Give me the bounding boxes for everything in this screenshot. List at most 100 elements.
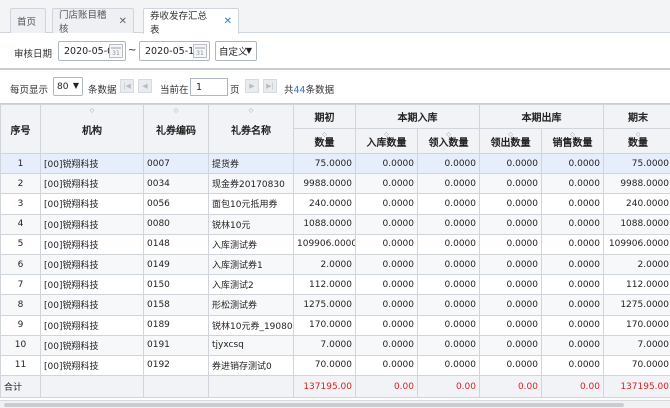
per-page-select[interactable]: 80 ▼ — [53, 77, 83, 96]
end-date-input[interactable]: 2020-05-10 31 — [139, 41, 210, 61]
table-row[interactable]: 6 [00]锐翔科技 0149 入库测试券1 2.0000 0.0000 0.0000 0.0… — [0, 253, 670, 276]
header-recv-qty[interactable]: ◇ 领入数量 — [417, 128, 480, 154]
calendar-icon[interactable]: 31 — [109, 44, 123, 58]
table-row[interactable]: 10 [00]锐翔科技 0191 tjyxcsq 7.0000 0.0000 0.0000 0… — [0, 334, 670, 356]
summary-closing: 137195.00 — [603, 375, 670, 399]
chevron-down-icon: ▼ — [245, 46, 252, 55]
cell-open: 112.0000 — [293, 274, 356, 296]
next-page-button[interactable]: ▶ — [245, 79, 259, 93]
cell-seq: 2 — [0, 173, 41, 195]
start-date-input[interactable]: 2020-05-08 31 — [58, 41, 126, 61]
total-count: 44 — [293, 85, 306, 96]
header-code[interactable]: ◇ 礼券编码 — [143, 104, 209, 154]
sort-icon: ◇ — [384, 131, 389, 138]
cell-close: 2.0000 — [603, 253, 670, 276]
table-row[interactable]: 8 [00]锐翔科技 0158 形松测试券 1275.0000 0.0000 0.0000 0… — [0, 294, 670, 316]
scrollbar-thumb[interactable] — [4, 403, 624, 407]
table-row[interactable]: 4 [00]锐翔科技 0080 锐林10元 1088.0000 0.0000 0.0000 0… — [0, 213, 670, 235]
cell-sales: 0.0000 — [541, 233, 604, 255]
cell-seq: 10 — [0, 334, 41, 356]
cell-sales: 0.0000 — [541, 253, 604, 276]
cell-name: 提货券 — [208, 152, 294, 175]
cell-org: [00]锐翔科技 — [40, 152, 144, 175]
cell-name: 券进销存测试0 — [208, 354, 294, 377]
voucher-summary-table: 序号 ◇ 机构 ◇ 礼券编码 ◇ 礼券名称 期初 本期入库 本期出库 期末 ◇ 数量 ◇… — [0, 103, 670, 400]
cell-open: 70.0000 — [293, 354, 356, 377]
header-name[interactable]: ◇ 礼券名称 — [208, 104, 294, 154]
table-row[interactable]: 7 [00]锐翔科技 0150 入库测试2 112.0000 0.0000 0.0000 0.… — [0, 274, 670, 296]
first-page-button[interactable]: |◀ — [120, 79, 134, 93]
summary-in: 0.00 — [355, 375, 418, 399]
cell-name: 形松测试券 — [208, 294, 294, 316]
horizontal-scrollbar[interactable] — [0, 400, 670, 408]
filter-bar: 审核日期 2020-05-08 31 ~ 2020-05-10 31 自定义 ▼ — [0, 34, 670, 70]
cell-code: 0158 — [143, 294, 209, 316]
cell-name: 入库测试券 — [208, 233, 294, 255]
cell-code: 0007 — [143, 152, 209, 175]
range-separator: ~ — [128, 45, 137, 56]
tab-store-audit[interactable]: 门店账目稽核 ✕ — [52, 8, 134, 35]
header-seq[interactable]: 序号 — [0, 104, 41, 154]
prev-page-button[interactable]: ◀ — [138, 79, 152, 93]
cell-close: 7.0000 — [603, 334, 670, 356]
cell-name: 锐林10元 — [208, 213, 294, 235]
cell-org: [00]锐翔科技 — [40, 173, 144, 195]
cell-close: 70.0000 — [603, 354, 670, 377]
header-in-qty[interactable]: ◇ 入库数量 — [355, 128, 418, 154]
cell-seq: 11 — [0, 354, 41, 377]
table-row[interactable]: 3 [00]锐翔科技 0056 面包10元抵用券 240.0000 0.0000 0.000… — [0, 193, 670, 215]
cell-in: 0.0000 — [355, 334, 418, 356]
cell-code: 0150 — [143, 274, 209, 296]
table-row[interactable]: 2 [00]锐翔科技 0034 现金券20170830 9988.0000 0.0000 0… — [0, 173, 670, 195]
page-number-value: 1 — [196, 81, 203, 93]
sort-icon: ◇ — [446, 131, 451, 138]
cell-in: 0.0000 — [355, 314, 418, 336]
cell-recv: 0.0000 — [417, 294, 480, 316]
table-row[interactable]: 9 [00]锐翔科技 0189 锐林10元券_190808 170.0000 0.0000… — [0, 314, 670, 336]
tab-label: 券收发存汇总表 — [150, 10, 208, 36]
last-page-button[interactable]: ▶| — [263, 79, 277, 93]
cell-open: 170.0000 — [293, 314, 356, 336]
cell-close: 112.0000 — [603, 274, 670, 296]
close-icon[interactable]: ✕ — [224, 16, 232, 27]
table-row[interactable]: 5 [00]锐翔科技 0148 入库测试券 109906.0000 0.0000 0.000… — [0, 233, 670, 255]
header-opening-qty[interactable]: ◇ 数量 — [293, 128, 356, 154]
cell-code: 0189 — [143, 314, 209, 336]
cell-close: 1088.0000 — [603, 213, 670, 235]
table-row[interactable]: 1 [00]锐翔科技 0007 提货券 75.0000 0.0000 0.0000 0.000… — [0, 152, 670, 175]
pagination-bar: 每页显示 80 ▼ 条数据 |◀ ◀ 当前在 1 页 ▶ ▶| 共44条数据 — [0, 72, 670, 102]
cell-open: 240.0000 — [293, 193, 356, 215]
date-range-value: 自定义 — [219, 47, 248, 58]
cell-seq: 1 — [0, 152, 41, 175]
calendar-icon[interactable]: 31 — [193, 44, 207, 58]
cell-name: 锐林10元券_190808 — [208, 314, 294, 336]
cell-org: [00]锐翔科技 — [40, 294, 144, 316]
header-closing-qty[interactable]: ◇ 数量 — [603, 128, 670, 154]
cell-seq: 8 — [0, 294, 41, 316]
cell-issue: 0.0000 — [479, 253, 542, 276]
cell-recv: 0.0000 — [417, 253, 480, 276]
cell-seq: 5 — [0, 233, 41, 255]
cell-close: 75.0000 — [603, 152, 670, 175]
cell-code: 0149 — [143, 253, 209, 276]
per-page-label: 每页显示 — [10, 85, 49, 96]
sort-icon: ◇ — [635, 131, 641, 138]
cell-recv: 0.0000 — [417, 213, 480, 235]
close-icon[interactable]: ✕ — [119, 16, 127, 27]
cell-sales: 0.0000 — [541, 354, 604, 377]
cell-org: [00]锐翔科技 — [40, 213, 144, 235]
header-org[interactable]: ◇ 机构 — [40, 104, 144, 154]
cell-open: 2.0000 — [293, 253, 356, 276]
cell-recv: 0.0000 — [417, 233, 480, 255]
cell-code: 0192 — [143, 354, 209, 377]
per-page-unit: 条数据 — [88, 85, 117, 96]
page-number-input[interactable]: 1 — [190, 78, 228, 96]
table-row[interactable]: 11 [00]锐翔科技 0192 券进销存测试0 70.0000 0.0000 0.0000… — [0, 354, 670, 377]
tab-home[interactable]: 首页 — [10, 8, 46, 33]
cell-code: 0056 — [143, 193, 209, 215]
date-range-select[interactable]: 自定义 ▼ — [215, 41, 257, 61]
header-issue-qty[interactable]: ◇ 领出数量 — [479, 128, 542, 154]
tab-voucher-summary[interactable]: 券收发存汇总表 ✕ — [143, 8, 239, 36]
cell-org: [00]锐翔科技 — [40, 314, 144, 336]
header-sales-qty[interactable]: ◇ 销售数量 — [541, 128, 604, 154]
